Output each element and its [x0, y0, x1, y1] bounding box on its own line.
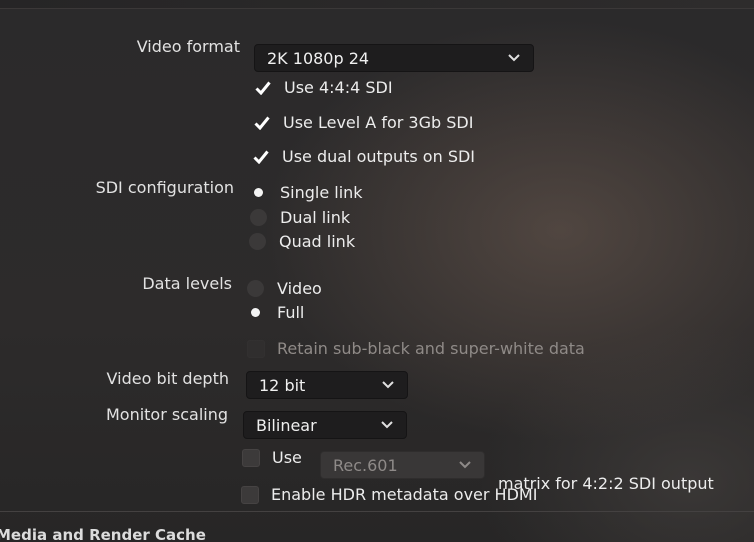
chevron-down-icon: [458, 458, 472, 472]
use-dual-outputs-option[interactable]: Use dual outputs on SDI: [252, 147, 475, 166]
checkbox-checked-icon[interactable]: [252, 148, 270, 166]
data-levels-label: Data levels: [142, 274, 232, 293]
section-divider: [0, 511, 754, 512]
video-bit-depth-label: Video bit depth: [106, 369, 229, 388]
checkbox-checked-icon[interactable]: [254, 79, 272, 97]
retain-data-option[interactable]: Retain sub-black and super-white data: [247, 339, 585, 358]
radio-selected-icon[interactable]: [247, 304, 264, 321]
sdi-quad-link-radio[interactable]: Quad link: [249, 232, 355, 251]
use-dual-outputs-label: Use dual outputs on SDI: [282, 147, 476, 166]
quad-link-label: Quad link: [279, 232, 356, 251]
sdi-configuration-label: SDI configuration: [95, 178, 234, 197]
checkbox-unchecked-icon[interactable]: [241, 485, 259, 504]
sdi-single-link-radio[interactable]: Single link: [250, 183, 363, 202]
use-444-sdi-option[interactable]: Use 4:4:4 SDI: [254, 78, 393, 97]
matrix-dropdown[interactable]: Rec.601: [320, 451, 485, 479]
checkbox-checked-icon[interactable]: [253, 114, 271, 132]
matrix-value: Rec.601: [333, 455, 398, 475]
full-level-label: Full: [277, 303, 305, 322]
use-level-a-option[interactable]: Use Level A for 3Gb SDI: [253, 113, 473, 132]
use-matrix-label: Use: [272, 448, 302, 467]
data-levels-video-radio[interactable]: Video: [247, 279, 322, 298]
video-bit-depth-dropdown[interactable]: 12 bit: [246, 371, 408, 399]
monitor-scaling-dropdown[interactable]: Bilinear: [243, 411, 407, 439]
radio-unselected-icon[interactable]: [249, 233, 266, 250]
chevron-down-icon: [381, 378, 395, 392]
enable-hdr-option[interactable]: Enable HDR metadata over HDMI: [241, 485, 537, 504]
retain-data-label: Retain sub-black and super-white data: [277, 339, 585, 358]
single-link-label: Single link: [280, 183, 363, 202]
monitor-scaling-label: Monitor scaling: [105, 405, 228, 424]
video-bit-depth-value: 12 bit: [259, 375, 306, 395]
checkbox-disabled-icon[interactable]: [247, 339, 265, 358]
radio-unselected-icon[interactable]: [250, 209, 267, 226]
sdi-dual-link-radio[interactable]: Dual link: [250, 208, 350, 227]
use-level-a-label: Use Level A for 3Gb SDI: [283, 113, 474, 132]
video-format-dropdown[interactable]: 2K 1080p 24: [254, 44, 534, 72]
use-matrix-option[interactable]: Use: [242, 448, 302, 467]
video-format-value: 2K 1080p 24: [267, 48, 370, 68]
radio-selected-icon[interactable]: [250, 184, 267, 201]
radio-unselected-icon[interactable]: [247, 280, 264, 297]
media-render-cache-heading[interactable]: Media and Render Cache: [0, 526, 206, 542]
video-format-label: Video format: [136, 37, 240, 56]
chevron-down-icon: [507, 51, 521, 65]
use-444-sdi-label: Use 4:4:4 SDI: [284, 78, 393, 97]
top-divider: [0, 0, 754, 9]
monitor-scaling-value: Bilinear: [256, 415, 317, 435]
dual-link-label: Dual link: [280, 208, 351, 227]
chevron-down-icon: [380, 418, 394, 432]
enable-hdr-label: Enable HDR metadata over HDMI: [271, 485, 538, 504]
checkbox-unchecked-icon[interactable]: [242, 448, 260, 467]
video-level-label: Video: [277, 279, 322, 298]
data-levels-full-radio[interactable]: Full: [247, 303, 304, 322]
